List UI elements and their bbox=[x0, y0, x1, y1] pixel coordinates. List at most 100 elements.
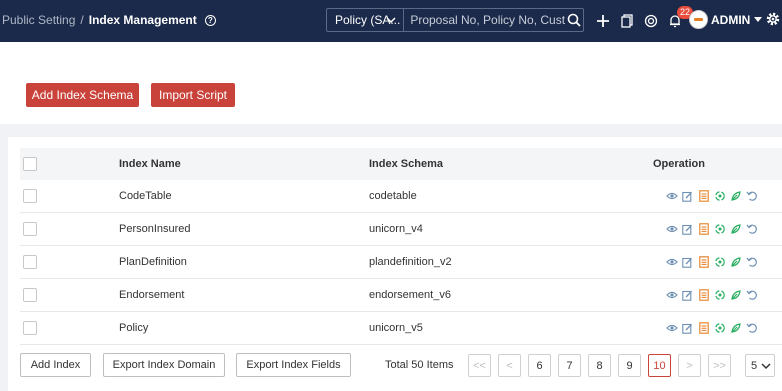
header-actions: 22 bbox=[592, 6, 694, 32]
pager-page[interactable]: 6 bbox=[528, 354, 551, 377]
add-index-button[interactable]: Add Index bbox=[20, 353, 91, 377]
pager-page[interactable]: 8 bbox=[588, 354, 611, 377]
search-input[interactable] bbox=[404, 9, 566, 31]
index-schema-cell: endorsement_v6 bbox=[369, 289, 451, 301]
index-schema-cell: unicorn_v5 bbox=[369, 322, 423, 334]
edit-icon[interactable] bbox=[681, 190, 694, 203]
edit-icon[interactable] bbox=[681, 223, 694, 236]
view-icon[interactable] bbox=[665, 190, 678, 203]
index-name-cell: CodeTable bbox=[119, 190, 172, 202]
search-icon[interactable] bbox=[565, 9, 583, 31]
chevron-down-icon bbox=[386, 17, 396, 24]
view-icon[interactable] bbox=[665, 256, 678, 269]
undo-icon[interactable] bbox=[745, 289, 758, 302]
view-icon[interactable] bbox=[665, 289, 678, 302]
pager-last[interactable]: >> bbox=[708, 354, 731, 377]
undo-icon[interactable] bbox=[745, 322, 758, 335]
index-schema-cell: plandefinition_v2 bbox=[369, 256, 452, 268]
bell-icon[interactable]: 22 bbox=[664, 6, 694, 32]
user-menu[interactable]: ADMIN bbox=[711, 13, 763, 27]
undo-icon[interactable] bbox=[745, 223, 758, 236]
target-icon[interactable] bbox=[640, 10, 662, 32]
publish-icon[interactable] bbox=[729, 289, 742, 302]
operation-cell bbox=[665, 312, 758, 344]
index-schema-cell: codetable bbox=[369, 190, 417, 202]
search-type-select[interactable]: Policy (SA... bbox=[327, 9, 405, 31]
sync-icon[interactable] bbox=[713, 256, 726, 269]
pager-next[interactable]: > bbox=[678, 354, 701, 377]
table-row: Endorsement endorsement_v6 bbox=[20, 279, 782, 312]
publish-icon[interactable] bbox=[729, 256, 742, 269]
index-table-panel: Index Name Index Schema Operation CodeTa… bbox=[8, 137, 782, 391]
document-icon[interactable] bbox=[697, 190, 710, 203]
plus-icon[interactable] bbox=[592, 10, 614, 32]
select-all-checkbox[interactable] bbox=[23, 157, 37, 171]
pager-prev[interactable]: < bbox=[498, 354, 521, 377]
operation-cell bbox=[665, 279, 758, 311]
publish-icon[interactable] bbox=[729, 190, 742, 203]
import-script-button[interactable]: Import Script bbox=[151, 83, 235, 107]
document-icon[interactable] bbox=[697, 223, 710, 236]
export-index-fields-button[interactable]: Export Index Fields bbox=[236, 353, 351, 377]
export-index-domain-button[interactable]: Export Index Domain bbox=[103, 353, 225, 377]
index-schema-cell: unicorn_v4 bbox=[369, 223, 423, 235]
documents-icon[interactable] bbox=[616, 10, 638, 32]
total-items-text: Total 50 Items bbox=[385, 359, 454, 371]
pager-page[interactable]: 9 bbox=[618, 354, 641, 377]
operation-cell bbox=[665, 213, 758, 245]
pager-page[interactable]: 7 bbox=[558, 354, 581, 377]
undo-icon[interactable] bbox=[745, 256, 758, 269]
edit-icon[interactable] bbox=[681, 322, 694, 335]
table-row: CodeTable codetable bbox=[20, 180, 782, 213]
row-checkbox[interactable] bbox=[23, 255, 37, 269]
table-header: Index Name Index Schema Operation bbox=[20, 148, 782, 180]
caret-down-icon bbox=[754, 17, 763, 22]
document-icon[interactable] bbox=[697, 289, 710, 302]
document-icon[interactable] bbox=[697, 322, 710, 335]
view-icon[interactable] bbox=[665, 322, 678, 335]
index-name-cell: Policy bbox=[119, 322, 149, 334]
publish-icon[interactable] bbox=[729, 322, 742, 335]
user-name: ADMIN bbox=[711, 13, 751, 27]
table-row: Policy unicorn_v5 bbox=[20, 312, 782, 345]
column-header-index-schema: Index Schema bbox=[369, 158, 443, 170]
top-header: Public Setting / Index Management ? Poli… bbox=[0, 0, 782, 42]
operation-cell bbox=[665, 246, 758, 278]
column-header-operation: Operation bbox=[653, 158, 705, 170]
table-row: PersonInsured unicorn_v4 bbox=[20, 213, 782, 246]
table-row: PlanDefinition plandefinition_v2 bbox=[20, 246, 782, 279]
row-checkbox[interactable] bbox=[23, 222, 37, 236]
index-name-cell: PersonInsured bbox=[119, 223, 191, 235]
pager-first[interactable]: << bbox=[468, 354, 491, 377]
page-size-value: 5 bbox=[751, 359, 758, 372]
operation-cell bbox=[665, 180, 758, 212]
edit-icon[interactable] bbox=[681, 289, 694, 302]
global-search: Policy (SA... bbox=[326, 8, 584, 32]
action-panel: Add Index Schema Import Script bbox=[0, 42, 782, 124]
sync-icon[interactable] bbox=[713, 223, 726, 236]
breadcrumb-parent[interactable]: Public Setting bbox=[2, 13, 75, 27]
row-checkbox[interactable] bbox=[23, 288, 37, 302]
column-header-index-name: Index Name bbox=[119, 158, 181, 170]
view-icon[interactable] bbox=[665, 223, 678, 236]
chevron-down-icon bbox=[761, 363, 771, 370]
breadcrumb: Public Setting / Index Management ? bbox=[2, 13, 216, 27]
undo-icon[interactable] bbox=[745, 190, 758, 203]
index-name-cell: Endorsement bbox=[119, 289, 185, 301]
pager-page-current[interactable]: 10 bbox=[648, 354, 671, 377]
help-icon[interactable]: ? bbox=[204, 14, 216, 26]
document-icon[interactable] bbox=[697, 256, 710, 269]
publish-icon[interactable] bbox=[729, 223, 742, 236]
add-index-schema-button[interactable]: Add Index Schema bbox=[26, 83, 139, 107]
breadcrumb-separator: / bbox=[80, 13, 84, 27]
page-title: Index Management bbox=[88, 13, 197, 27]
row-checkbox[interactable] bbox=[23, 321, 37, 335]
sync-icon[interactable] bbox=[713, 190, 726, 203]
sync-icon[interactable] bbox=[713, 289, 726, 302]
avatar[interactable] bbox=[689, 10, 708, 29]
gear-icon[interactable] bbox=[765, 11, 781, 27]
sync-icon[interactable] bbox=[713, 322, 726, 335]
edit-icon[interactable] bbox=[681, 256, 694, 269]
row-checkbox[interactable] bbox=[23, 189, 37, 203]
page-size-select[interactable]: 5 bbox=[745, 354, 775, 377]
